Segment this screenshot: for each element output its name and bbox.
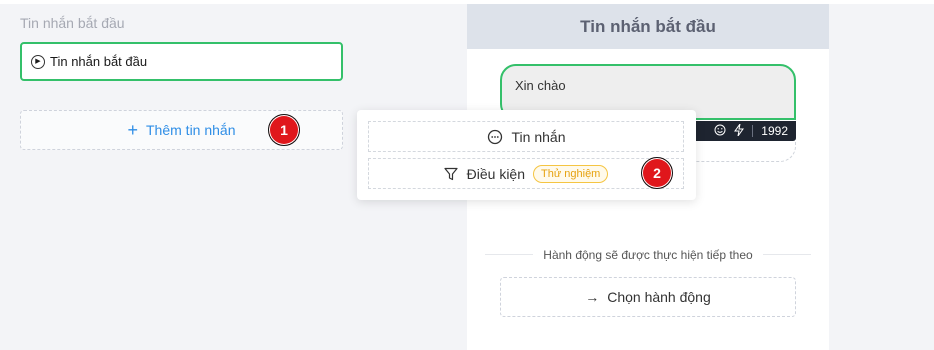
menu-item-message-label: Tin nhắn bbox=[511, 128, 566, 145]
start-message-node[interactable]: ▶ Tin nhắn bắt đầu bbox=[20, 42, 343, 81]
smile-icon[interactable] bbox=[714, 124, 726, 139]
step-badge-1: 1 bbox=[268, 114, 300, 146]
filter-icon bbox=[444, 167, 458, 181]
bubble-toolbar: 1992 bbox=[689, 121, 796, 141]
choose-action-label: Chọn hành động bbox=[607, 289, 711, 305]
arrow-right-icon: → bbox=[585, 289, 600, 305]
chat-icon bbox=[487, 129, 503, 145]
experimental-badge: Thử nghiệm bbox=[533, 164, 609, 183]
next-action-caption: Hành động sẽ được thực hiện tiếp theo bbox=[467, 248, 829, 262]
bubble-text: Xin chào bbox=[515, 78, 566, 93]
char-count: 1992 bbox=[761, 124, 788, 138]
add-message-label: Thêm tin nhắn bbox=[146, 122, 236, 138]
add-type-popup: Tin nhắn Điều kiện Thử nghiệm bbox=[357, 110, 696, 200]
plus-icon: + bbox=[127, 120, 138, 140]
step-badge-2: 2 bbox=[641, 157, 673, 189]
start-message-label: Tin nhắn bắt đầu bbox=[50, 54, 148, 69]
next-action-text: Hành động sẽ được thực hiện tiếp theo bbox=[533, 248, 763, 262]
preview-header: Tin nhắn bắt đầu bbox=[467, 4, 829, 49]
play-circle-icon: ▶ bbox=[31, 54, 45, 69]
flow-section-title: Tin nhắn bắt đầu bbox=[20, 15, 125, 31]
bolt-icon[interactable] bbox=[734, 123, 745, 139]
menu-item-message[interactable]: Tin nhắn bbox=[368, 121, 684, 152]
choose-action-button[interactable]: → Chọn hành động bbox=[500, 277, 796, 317]
menu-item-condition[interactable]: Điều kiện Thử nghiệm bbox=[368, 158, 684, 189]
menu-item-condition-label: Điều kiện bbox=[466, 165, 526, 182]
toolbar-divider bbox=[752, 125, 754, 137]
